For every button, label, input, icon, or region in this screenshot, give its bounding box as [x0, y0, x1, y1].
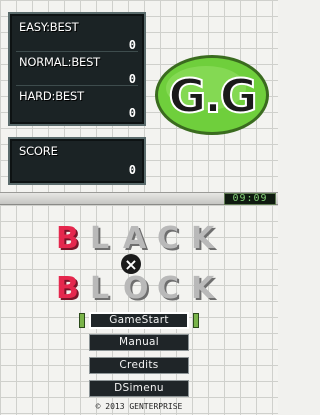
title-letter: C — [157, 271, 179, 306]
best-score-panel: EASY:BEST 0 NORMAL:BEST 0 HARD:BEST 0 — [8, 12, 146, 126]
title-separator: × — [124, 255, 137, 274]
divider-line — [16, 51, 138, 52]
game-start-button[interactable]: GameStart — [89, 312, 189, 329]
menu-cursor-right-icon — [193, 313, 199, 328]
copyright-text: © 2013 GENTERPRISE — [95, 402, 183, 411]
score-panel: SCORE 0 — [8, 137, 146, 185]
score-value: 0 — [128, 163, 136, 177]
title-letter: A — [123, 221, 147, 256]
normal-best-value: 0 — [128, 72, 136, 86]
normal-best-label: NORMAL:BEST — [19, 55, 100, 69]
title-letter: K — [191, 221, 216, 256]
easy-best-label: EASY:BEST — [19, 20, 79, 34]
easy-best-value: 0 — [128, 38, 136, 52]
dsi-menu-button[interactable]: DSimenu — [89, 380, 189, 397]
hard-best-label: HARD:BEST — [19, 89, 84, 103]
title-letter: B — [56, 271, 79, 306]
title-letter: B — [56, 221, 79, 256]
gg-logo: G.G — [155, 55, 269, 135]
hard-best-value: 0 — [128, 106, 136, 120]
clock-display: 09:09 — [224, 193, 276, 205]
credits-button[interactable]: Credits — [89, 357, 189, 374]
menu-cursor-left-icon — [79, 313, 85, 328]
title-letter: K — [191, 271, 216, 306]
title-letter: L — [90, 271, 109, 306]
title-letter: O — [123, 271, 149, 306]
divider-line — [16, 85, 138, 86]
title-letter: L — [90, 221, 109, 256]
manual-button[interactable]: Manual — [89, 334, 189, 351]
gg-logo-text: G.G — [169, 69, 256, 123]
black-x-block-title: B B L L A A C C K K B B L L O O C C K K … — [56, 221, 218, 308]
title-letter: C — [157, 221, 179, 256]
score-label: SCORE — [19, 144, 58, 158]
